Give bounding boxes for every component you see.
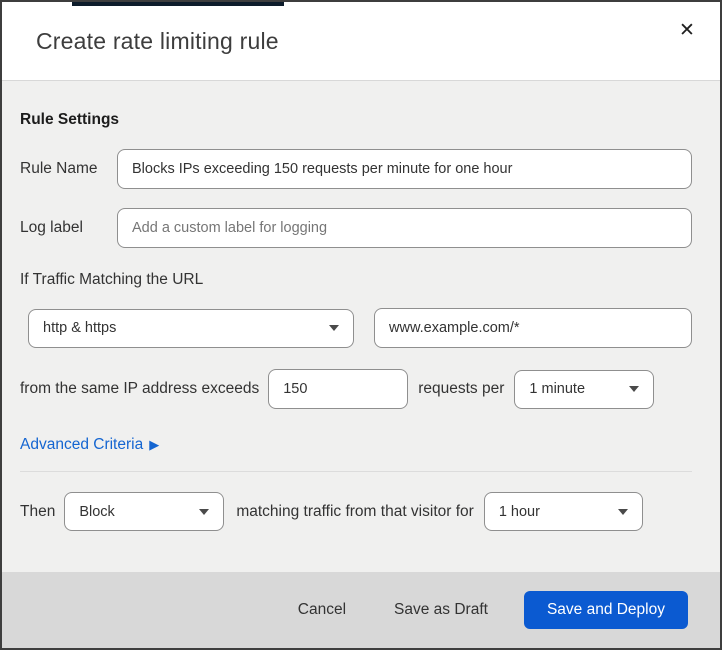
log-label-row: Log label [20,208,692,248]
rule-settings-heading: Rule Settings [20,111,120,128]
threshold-prefix-text: from the same IP address exceeds [20,380,260,397]
threshold-suffix-text: requests per [418,380,505,397]
url-match-row: http & https [28,308,692,348]
create-rate-limiting-rule-dialog: Create rate limiting rule ✕ Rule Setting… [0,0,722,650]
scheme-select-value: http & https [43,320,117,336]
rule-name-label: Rule Name [20,160,98,177]
log-label-label: Log label [20,219,83,236]
caret-down-icon [199,508,210,515]
period-select[interactable]: 1 minute [514,369,655,409]
advanced-criteria-link[interactable]: Advanced Criteria ▶ [20,436,159,454]
caret-down-icon [329,325,339,331]
log-label-input[interactable] [117,208,692,248]
threshold-row: from the same IP address exceeds request… [20,369,692,409]
save-as-draft-button[interactable]: Save as Draft [390,593,492,627]
dialog-header: Create rate limiting rule ✕ [2,2,720,81]
rule-name-input[interactable] [117,149,692,189]
then-label: Then [20,502,56,520]
arrow-right-icon: ▶ [149,437,160,452]
then-action-row: Then Block matching traffic from that vi… [20,492,692,531]
section-divider [20,471,692,472]
request-threshold-input[interactable] [268,369,409,409]
dialog-title: Create rate limiting rule [36,27,279,54]
period-select-value: 1 minute [529,381,586,397]
dialog-body: Rule Settings Rule Name Log label If Tra… [2,81,720,572]
close-icon[interactable]: ✕ [672,16,702,46]
background-page-strip [72,2,284,6]
action-select-value: Block [79,503,115,520]
rule-name-row: Rule Name [20,149,692,189]
dialog-footer: Cancel Save as Draft Save and Deploy [2,572,720,648]
action-select[interactable]: Block [64,492,225,531]
url-pattern-input[interactable] [374,308,692,348]
cancel-button[interactable]: Cancel [294,593,350,627]
advanced-criteria-label: Advanced Criteria [20,436,144,453]
traffic-match-intro: If Traffic Matching the URL [20,271,204,288]
duration-select[interactable]: 1 hour [483,492,643,531]
duration-select-value: 1 hour [498,503,540,520]
save-and-deploy-button[interactable]: Save and Deploy [523,591,688,629]
then-middle-text: matching traffic from that visitor for [236,502,474,520]
scheme-select[interactable]: http & https [28,308,354,348]
caret-down-icon [629,386,640,392]
caret-down-icon [617,508,628,515]
